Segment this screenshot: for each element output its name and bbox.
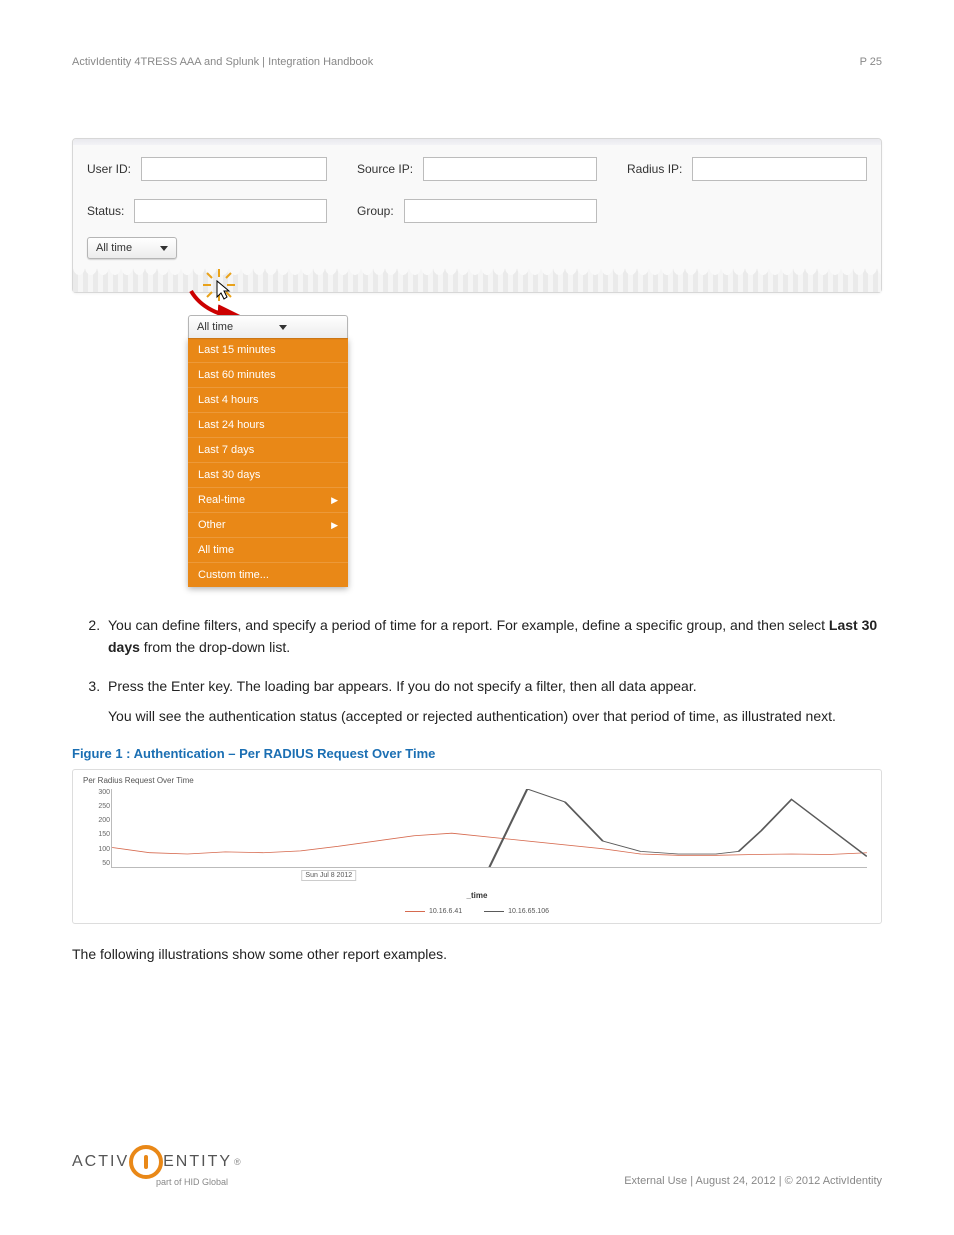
step-3-text-a: Press the Enter key. The loading bar app… [108, 678, 697, 694]
user-id-input[interactable] [141, 157, 327, 181]
time-option-label: Last 15 minutes [198, 344, 276, 356]
time-option-7[interactable]: Other ▶ [188, 512, 348, 537]
time-option-2[interactable]: Last 4 hours [188, 387, 348, 412]
submenu-arrow-icon: ▶ [331, 495, 338, 506]
chart-svg [112, 789, 867, 867]
torn-edge-decoration [73, 267, 881, 292]
step-2: You can define filters, and specify a pe… [104, 615, 882, 658]
time-option-1[interactable]: Last 60 minutes [188, 362, 348, 387]
chart-title: Per Radius Request Over Time [83, 776, 871, 785]
logo-ring-icon [129, 1145, 163, 1179]
time-range-open-label: All time [197, 321, 233, 333]
step-2-text-c: from the drop-down list. [140, 639, 290, 655]
radius-ip-input[interactable] [692, 157, 867, 181]
group-label: Group: [357, 204, 394, 218]
chart-x-label: _time [83, 891, 871, 900]
time-option-5[interactable]: Last 30 days [188, 462, 348, 487]
time-option-3[interactable]: Last 24 hours [188, 412, 348, 437]
instruction-list: You can define filters, and specify a pe… [72, 615, 882, 728]
chart-legend: 10.16.6.41 10.16.65.106 [83, 908, 871, 915]
closing-text: The following illustrations show some ot… [72, 946, 882, 962]
time-option-9[interactable]: Custom time... [188, 562, 348, 587]
footer-logo: ACTIV ENTITY ® part of HID Global [72, 1145, 241, 1187]
doc-title: ActivIdentity 4TRESS AAA and Splunk | In… [72, 56, 373, 68]
time-option-label: Last 7 days [198, 444, 254, 456]
chevron-down-icon [279, 325, 287, 330]
time-option-0[interactable]: Last 15 minutes [188, 338, 348, 362]
logo-text-a: ACTIV [72, 1153, 129, 1171]
time-option-label: All time [198, 544, 234, 556]
time-option-label: Last 30 days [198, 469, 260, 481]
status-input[interactable] [134, 199, 327, 223]
time-range-menu: Last 15 minutes Last 60 minutes Last 4 hou… [188, 338, 348, 587]
time-range-closed[interactable]: All time [87, 237, 177, 259]
step-3: Press the Enter key. The loading bar app… [104, 676, 882, 727]
chart-y-ticks: 30025020015010050 [86, 789, 110, 867]
time-option-4[interactable]: Last 7 days [188, 437, 348, 462]
logo-text-b: ENTITY [163, 1153, 232, 1171]
step-2-text-a: You can define filters, and specify a pe… [108, 617, 829, 633]
time-range-closed-label: All time [96, 242, 132, 254]
submenu-arrow-icon: ▶ [331, 520, 338, 531]
filter-panel: User ID: Source IP: Radius IP: Status: [72, 138, 882, 293]
footer-text: External Use | August 24, 2012 | © 2012 … [624, 1175, 882, 1187]
time-option-label: Last 24 hours [198, 419, 265, 431]
time-option-label: Other [198, 519, 226, 531]
time-option-label: Custom time... [198, 569, 269, 581]
time-option-label: Last 4 hours [198, 394, 259, 406]
time-range-open: All time Last 15 minutesLast 60 minutesL… [188, 315, 348, 587]
figure-caption: Figure 1 : Authentication – Per RADIUS R… [72, 746, 882, 761]
time-range-open-header[interactable]: All time [188, 315, 348, 338]
source-ip-input[interactable] [423, 157, 597, 181]
legend-item: 10.16.6.41 [405, 908, 462, 915]
chart-plot-area: 30025020015010050 [111, 789, 867, 868]
logo-subtitle: part of HID Global [156, 1177, 241, 1187]
time-option-8[interactable]: All time [188, 537, 348, 562]
user-id-label: User ID: [87, 162, 131, 176]
page-number: P 25 [860, 56, 882, 68]
legend-item: 10.16.65.106 [484, 908, 549, 915]
step-3-text-b: You will see the authentication status (… [108, 706, 882, 728]
time-option-6[interactable]: Real-time ▶ [188, 487, 348, 512]
chart-x-ticks: Sun Jul 8 2012Sun Jul 15Sun Jul 22 [111, 870, 871, 881]
time-option-label: Real-time [198, 494, 245, 506]
chevron-down-icon [160, 246, 168, 251]
chart-container: Per Radius Request Over Time 30025020015… [72, 769, 882, 924]
source-ip-label: Source IP: [357, 162, 413, 176]
group-input[interactable] [404, 199, 597, 223]
radius-ip-label: Radius IP: [627, 162, 682, 176]
status-label: Status: [87, 204, 124, 218]
registered-mark: ® [234, 1157, 241, 1167]
time-option-label: Last 60 minutes [198, 369, 276, 381]
